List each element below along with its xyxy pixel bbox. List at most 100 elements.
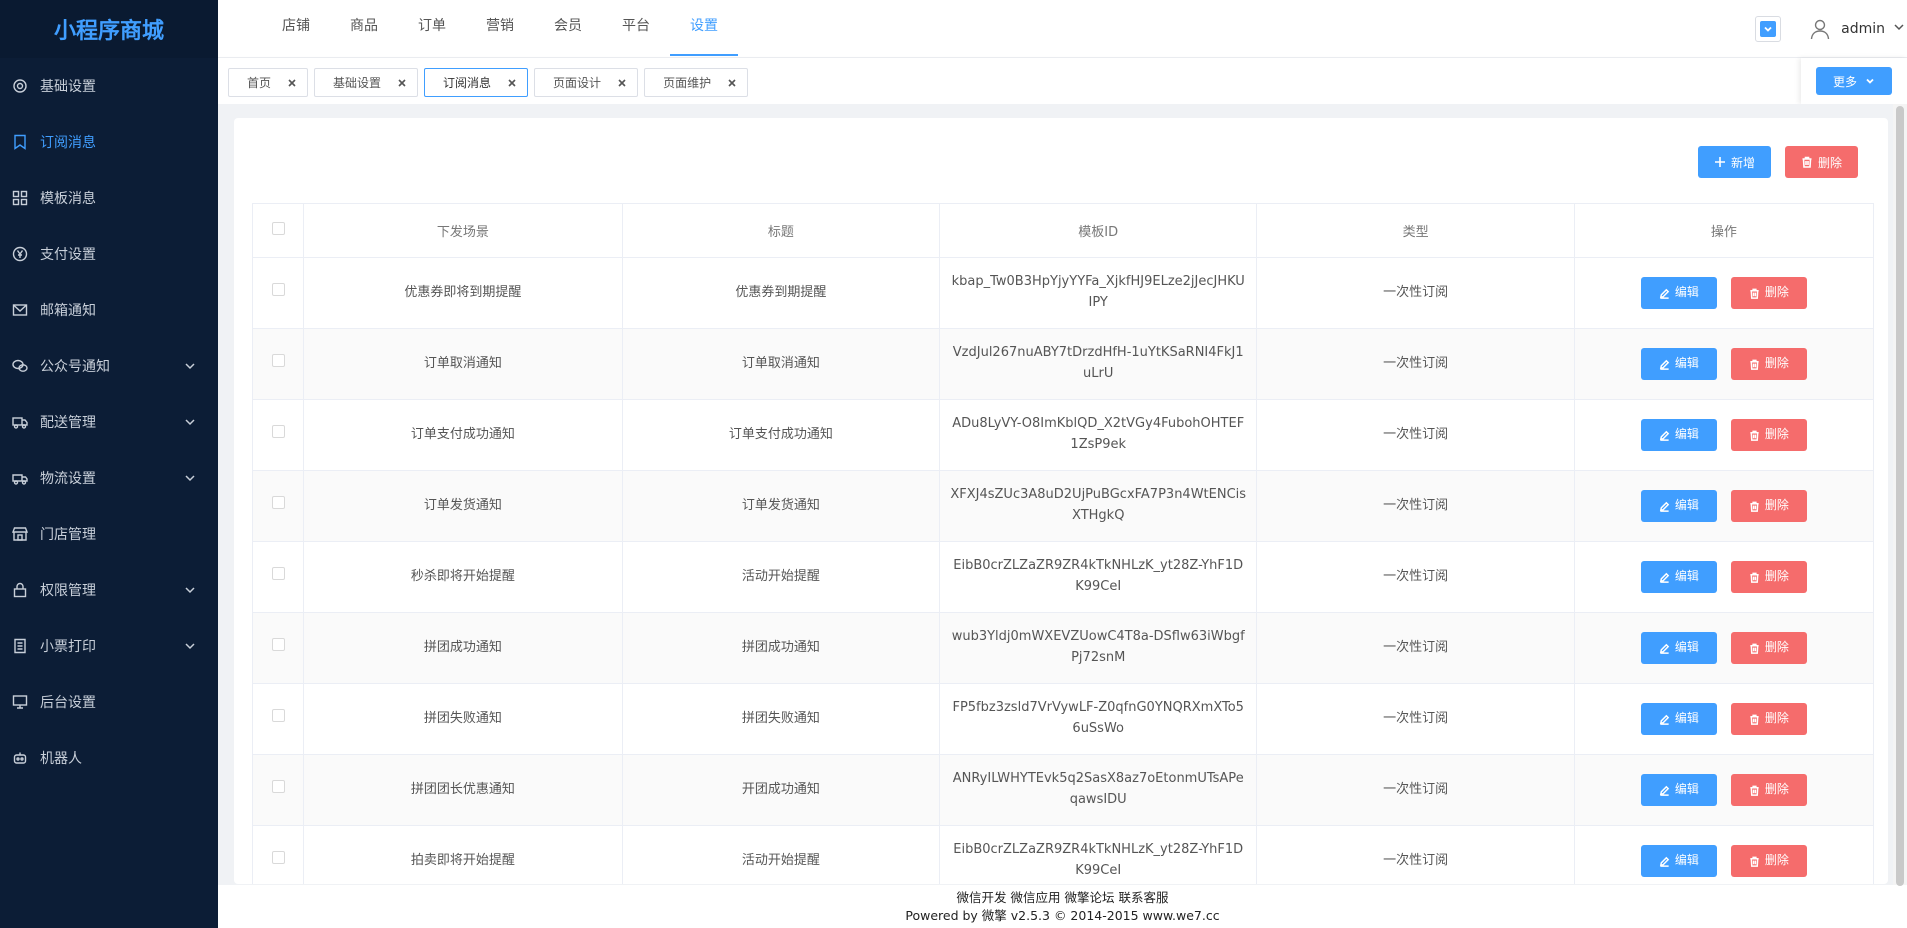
top-nav-item-1[interactable]: 商品 bbox=[330, 0, 398, 56]
more-area: 更多 bbox=[1801, 58, 1907, 104]
row-actions: 编辑 删除 bbox=[1585, 490, 1863, 522]
delete-label: 删除 bbox=[1764, 782, 1789, 797]
tab-3[interactable]: 页面设计 bbox=[534, 68, 639, 97]
gear-icon bbox=[12, 78, 28, 94]
more-button[interactable]: 更多 bbox=[1816, 67, 1892, 95]
row-select-cell bbox=[251, 754, 305, 826]
delete-button[interactable]: 删除 bbox=[1730, 419, 1807, 451]
add-button[interactable]: 新增 bbox=[1697, 146, 1771, 178]
sidebar-item-8[interactable]: 门店管理 bbox=[0, 506, 218, 562]
edit-button[interactable]: 编辑 bbox=[1640, 774, 1717, 806]
cell-type: 一次性订阅 bbox=[1256, 683, 1575, 755]
top-nav-item-4[interactable]: 会员 bbox=[534, 0, 602, 56]
edit-button[interactable]: 编辑 bbox=[1640, 845, 1717, 877]
row-checkbox[interactable] bbox=[271, 566, 285, 580]
edit-button[interactable]: 编辑 bbox=[1640, 419, 1717, 451]
tags-view: 首页 基础设置 订阅消息 页面设计 页面维护 更多 bbox=[218, 58, 1907, 104]
top-nav-item-6[interactable]: 设置 bbox=[670, 0, 738, 56]
bulk-delete-button[interactable]: 删除 bbox=[1784, 146, 1858, 178]
row-checkbox[interactable] bbox=[271, 850, 285, 864]
delete-button[interactable]: 删除 bbox=[1730, 277, 1807, 309]
sidebar-item-label: 机器人 bbox=[40, 751, 82, 767]
delete-button[interactable]: 删除 bbox=[1730, 348, 1807, 380]
sidebar-item-11[interactable]: 后台设置 bbox=[0, 674, 218, 730]
content-card: 新增 删除 下发场景 标题 模板ID 类型 操作 优惠券即将到期提醒 优惠券到期提… bbox=[234, 118, 1888, 884]
cell-title: 活动开始提醒 bbox=[621, 825, 941, 884]
row-checkbox[interactable] bbox=[271, 637, 285, 651]
top-nav-item-2[interactable]: 订单 bbox=[398, 0, 466, 56]
edit-button[interactable]: 编辑 bbox=[1640, 490, 1717, 522]
sidebar-item-0[interactable]: 基础设置 bbox=[0, 58, 218, 114]
row-checkbox[interactable] bbox=[271, 495, 285, 509]
row-checkbox[interactable] bbox=[271, 282, 285, 296]
table-header-row: 下发场景 标题 模板ID 类型 操作 bbox=[251, 203, 1875, 258]
table-row: 秒杀即将开始提醒 活动开始提醒 EibB0crZLZaZR9ZR4kTkNHLzK_… bbox=[251, 541, 1875, 613]
chevron-down-icon bbox=[184, 584, 196, 596]
top-nav-item-0[interactable]: 店铺 bbox=[262, 0, 330, 56]
delete-button[interactable]: 删除 bbox=[1730, 490, 1807, 522]
close-icon[interactable] bbox=[397, 78, 407, 88]
edit-label: 编辑 bbox=[1674, 569, 1699, 584]
user-avatar-icon bbox=[1807, 16, 1833, 42]
tab-2[interactable]: 订阅消息 bbox=[424, 68, 529, 97]
cell-scene: 拼团失败通知 bbox=[303, 683, 623, 755]
column-header-type: 类型 bbox=[1256, 203, 1575, 258]
sidebar-item-1[interactable]: 订阅消息 bbox=[0, 114, 218, 170]
row-actions: 编辑 删除 bbox=[1585, 561, 1863, 593]
cell-scene: 订单支付成功通知 bbox=[303, 399, 623, 471]
row-checkbox[interactable] bbox=[271, 353, 285, 367]
page-scrollbar[interactable] bbox=[1893, 104, 1907, 886]
cell-template-id: EibB0crZLZaZR9ZR4kTkNHLzK_yt28Z-YhF1DK99… bbox=[939, 825, 1258, 884]
username: admin bbox=[1841, 21, 1885, 37]
tab-4[interactable]: 页面维护 bbox=[644, 68, 749, 97]
close-icon[interactable] bbox=[287, 78, 297, 88]
cell-template-id: XFXJ4sZUc3A8uD2UjPuBGcxFA7P3n4WtENCisXTH… bbox=[939, 470, 1258, 542]
edit-button[interactable]: 编辑 bbox=[1640, 348, 1717, 380]
scrollbar-thumb[interactable] bbox=[1896, 106, 1904, 886]
row-select-cell bbox=[251, 399, 305, 471]
edit-icon bbox=[1659, 288, 1670, 299]
row-checkbox[interactable] bbox=[271, 424, 285, 438]
sidebar-item-10[interactable]: 小票打印 bbox=[0, 618, 218, 674]
sidebar-menu: 基础设置 订阅消息 模板消息 支付设置 邮箱通知 公众号通知 配送管理 物流设置 门店管理 权限管… bbox=[0, 58, 218, 786]
select-all-checkbox[interactable] bbox=[271, 222, 285, 235]
tab-1[interactable]: 基础设置 bbox=[314, 68, 419, 97]
footer-links[interactable]: 微信开发 微信应用 微擎论坛 联系客服 bbox=[218, 889, 1907, 907]
top-nav-item-3[interactable]: 营销 bbox=[466, 0, 534, 56]
close-icon[interactable] bbox=[617, 78, 627, 88]
user-menu[interactable]: admin bbox=[1807, 16, 1905, 42]
header-dropdown-button[interactable] bbox=[1755, 16, 1782, 42]
delete-button[interactable]: 删除 bbox=[1730, 632, 1807, 664]
cell-title: 优惠券到期提醒 bbox=[621, 257, 941, 329]
delete-button[interactable]: 删除 bbox=[1730, 703, 1807, 735]
edit-button[interactable]: 编辑 bbox=[1640, 561, 1717, 593]
chevron-down-icon bbox=[1760, 21, 1777, 37]
delete-label: 删除 bbox=[1764, 427, 1789, 442]
tab-0[interactable]: 首页 bbox=[228, 68, 309, 97]
row-checkbox[interactable] bbox=[271, 708, 285, 722]
sidebar-item-5[interactable]: 公众号通知 bbox=[0, 338, 218, 394]
edit-button[interactable]: 编辑 bbox=[1640, 703, 1717, 735]
delete-button[interactable]: 删除 bbox=[1730, 561, 1807, 593]
sidebar-item-3[interactable]: 支付设置 bbox=[0, 226, 218, 282]
top-nav-item-5[interactable]: 平台 bbox=[602, 0, 670, 56]
close-icon[interactable] bbox=[507, 78, 517, 88]
edit-button[interactable]: 编辑 bbox=[1640, 632, 1717, 664]
delete-button[interactable]: 删除 bbox=[1730, 845, 1807, 877]
close-icon[interactable] bbox=[727, 78, 737, 88]
sidebar-item-4[interactable]: 邮箱通知 bbox=[0, 282, 218, 338]
edit-button[interactable]: 编辑 bbox=[1640, 277, 1717, 309]
cell-template-id: ADu8LyVY-O8ImKblQD_X2tVGy4FubohOHTEF1ZsP… bbox=[939, 399, 1258, 471]
delete-button[interactable]: 删除 bbox=[1730, 774, 1807, 806]
row-checkbox[interactable] bbox=[271, 779, 285, 793]
app-logo[interactable]: 小程序商城 bbox=[0, 0, 218, 58]
sidebar-item-7[interactable]: 物流设置 bbox=[0, 450, 218, 506]
tab-label: 基础设置 bbox=[333, 76, 382, 90]
sidebar-item-2[interactable]: 模板消息 bbox=[0, 170, 218, 226]
edit-label: 编辑 bbox=[1674, 285, 1699, 300]
sidebar-item-12[interactable]: 机器人 bbox=[0, 730, 218, 786]
sidebar-item-6[interactable]: 配送管理 bbox=[0, 394, 218, 450]
sidebar-item-9[interactable]: 权限管理 bbox=[0, 562, 218, 618]
row-select-cell bbox=[251, 257, 305, 329]
open-tabs: 首页 基础设置 订阅消息 页面设计 页面维护 bbox=[228, 68, 754, 97]
